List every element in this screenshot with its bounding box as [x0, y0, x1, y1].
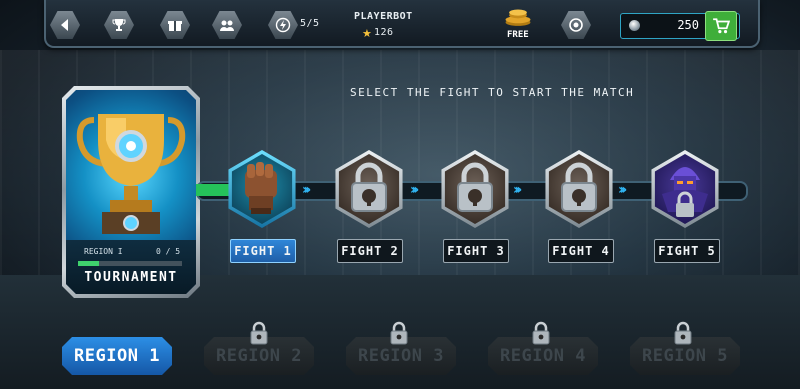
region-tab-1[interactable]: REGION 1 — [62, 337, 172, 375]
fight-node-2[interactable] — [330, 150, 408, 228]
region-lock-icon — [532, 321, 550, 345]
tournament-progress-fill — [78, 261, 99, 266]
coin-amount: 250 — [677, 18, 699, 32]
tournament-progress-text: 0 / 5 — [156, 247, 181, 256]
tournament-card-inner: REGION I 0 / 5 TOURNAMENT — [66, 90, 196, 294]
coin-stack-icon — [505, 9, 531, 26]
region-lock-icon — [674, 321, 692, 345]
player-name: PLAYERBOT — [354, 11, 413, 22]
free-reward-button[interactable]: FREE — [500, 6, 536, 42]
padlock-icon — [457, 162, 493, 212]
track-chevron-icon: ››› — [302, 182, 312, 198]
fight-node-5[interactable] — [646, 150, 724, 228]
region-lock-icon — [390, 321, 408, 345]
player-rating: 126 — [374, 27, 394, 38]
padlock-icon — [561, 162, 597, 212]
settings-icon — [569, 18, 583, 32]
fight-node-3[interactable] — [436, 150, 514, 228]
fight-label-3[interactable]: FIGHT 3 — [443, 239, 509, 263]
fight-node-4[interactable] — [540, 150, 618, 228]
energy-count: 5/5 — [300, 18, 320, 29]
fight-label-4[interactable]: FIGHT 4 — [548, 239, 614, 263]
tournament-title: TOURNAMENT — [84, 270, 178, 285]
shop-button[interactable] — [705, 11, 737, 41]
boss-robot-icon — [662, 167, 708, 217]
robot-fist-icon — [245, 162, 277, 214]
fight-label-5[interactable]: FIGHT 5 — [654, 239, 720, 263]
track-chevron-icon: ››› — [410, 182, 420, 198]
trophy-icon — [112, 19, 126, 31]
fight-label-1[interactable]: FIGHT 1 — [230, 239, 296, 263]
fight-label-2[interactable]: FIGHT 2 — [337, 239, 403, 263]
player-star-icon: ★ — [362, 27, 372, 40]
free-label: FREE — [507, 30, 529, 40]
cart-icon — [713, 18, 730, 34]
fight-node-1[interactable] — [223, 150, 301, 228]
region-lock-icon — [250, 321, 268, 345]
tournament-progress-bar — [78, 261, 182, 266]
instruction-text: SELECT THE FIGHT TO START THE MATCH — [350, 86, 635, 99]
tournament-card[interactable]: REGION I 0 / 5 TOURNAMENT — [62, 86, 200, 298]
track-chevron-icon: ››› — [618, 182, 628, 198]
friends-icon — [220, 20, 234, 31]
trophy-cup-icon — [76, 114, 186, 234]
back-arrow-icon — [61, 19, 68, 31]
gift-icon — [168, 21, 182, 31]
silver-coin-icon — [629, 20, 640, 31]
tournament-region-label: REGION I — [84, 247, 123, 256]
energy-icon — [275, 17, 291, 33]
padlock-icon — [351, 162, 387, 212]
